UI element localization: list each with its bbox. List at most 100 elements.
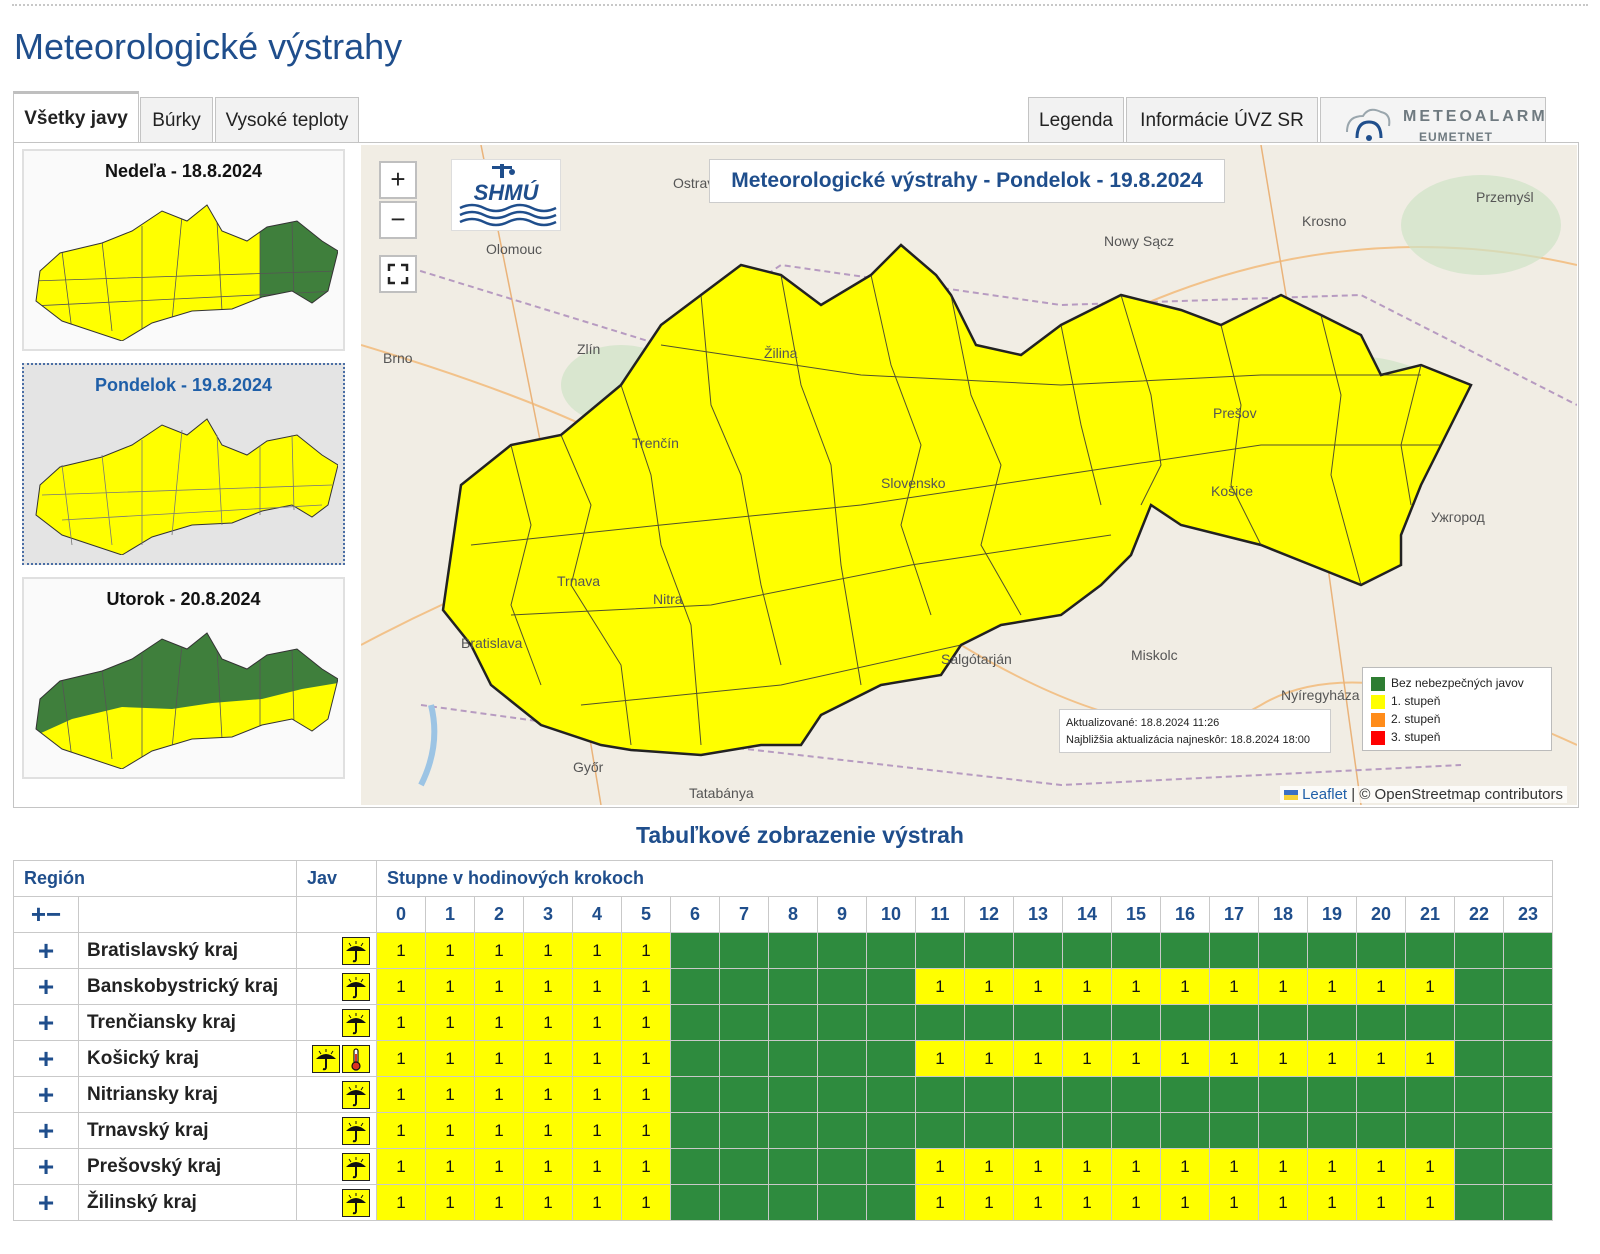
region-name: Bratislavský kraj <box>78 932 297 969</box>
hour-cell <box>1013 932 1063 969</box>
hour-cell <box>768 1004 818 1041</box>
umbrella-icon <box>342 936 370 965</box>
expand-row-button[interactable]: + <box>13 1076 79 1113</box>
hour-cell: 1 <box>376 1112 426 1149</box>
leaflet-link[interactable]: Leaflet <box>1302 786 1347 803</box>
hour-cell <box>1405 932 1455 969</box>
hours-header-row: +− 0 1 2 3 4 5 6 7 8 9 10 11 12 13 14 15 16 17 18 19 20 21 22 2… <box>13 896 1553 933</box>
phenomenon-icons <box>296 1184 377 1221</box>
day-map-thumbnail <box>35 418 338 555</box>
hour-cell: 1 <box>915 1184 965 1221</box>
day-card-tuesday[interactable]: Utorok - 20.8.2024 <box>22 577 345 779</box>
hour-cell: 1 <box>474 1148 524 1185</box>
hour-cell: 1 <box>1405 1184 1455 1221</box>
hour-cell <box>1503 1040 1553 1077</box>
hour-cell <box>1111 1112 1161 1149</box>
city-label: Olomouc <box>486 241 543 257</box>
top-divider <box>12 4 1588 6</box>
city-label: Tatabánya <box>689 785 754 801</box>
hour-cell: 1 <box>1111 968 1161 1005</box>
hour-cell <box>719 1076 769 1113</box>
expand-collapse-all[interactable]: +− <box>13 896 79 933</box>
tab-all-phenomena[interactable]: Všetky javy <box>13 91 139 143</box>
hour-cell: 1 <box>572 1076 622 1113</box>
expand-row-button[interactable]: + <box>13 1004 79 1041</box>
hour-label: 21 <box>1405 896 1455 933</box>
hour-label: 15 <box>1111 896 1161 933</box>
expand-row-button[interactable]: + <box>13 1112 79 1149</box>
hour-cell <box>817 1184 867 1221</box>
col-phenomenon: Jav <box>296 860 377 897</box>
expand-all-button[interactable]: + <box>31 899 46 929</box>
table-row: + Banskobystrický kraj 1 1 1 1 1 1 1 1 1 1 1 1 1 1 1 1 1 <box>13 968 1553 1005</box>
region-name: Banskobystrický kraj <box>78 968 297 1005</box>
hour-cell <box>1405 1004 1455 1041</box>
hour-cell <box>866 1004 916 1041</box>
day-card-monday[interactable]: Pondelok - 19.8.2024 <box>22 363 345 565</box>
hour-cell: 1 <box>523 968 573 1005</box>
phenomenon-icons <box>296 1112 377 1149</box>
hour-cell: 1 <box>376 1148 426 1185</box>
city-label: Salgótarján <box>941 651 1012 667</box>
hour-cell: 1 <box>523 932 573 969</box>
hour-cell <box>768 932 818 969</box>
warning-map[interactable]: Ostrava Olomouc Brno Zlín Krosno Nowy Są… <box>361 145 1577 805</box>
hour-cell: 1 <box>474 1112 524 1149</box>
expand-row-button[interactable]: + <box>13 968 79 1005</box>
hour-cell <box>817 1112 867 1149</box>
tab-legend[interactable]: Legenda <box>1028 97 1124 143</box>
hour-label: 11 <box>915 896 965 933</box>
hour-cell <box>1356 1112 1406 1149</box>
col-region: Región <box>13 860 297 897</box>
collapse-all-button[interactable]: − <box>46 899 61 929</box>
shmu-logo-icon: SHMÚ <box>459 164 557 227</box>
hour-cell <box>1454 1112 1504 1149</box>
day-map-thumbnail <box>35 204 338 341</box>
day-card-sunday[interactable]: Nedeľa - 18.8.2024 <box>22 149 345 351</box>
hour-cell <box>1160 1112 1210 1149</box>
umbrella-icon <box>342 1008 370 1037</box>
meteoalarm-logo-icon <box>1346 108 1391 141</box>
fullscreen-icon <box>387 263 409 285</box>
city-label: Trnava <box>557 573 601 589</box>
expand-row-button[interactable]: + <box>13 1040 79 1077</box>
meteoalarm-link[interactable]: METEOALARM EUMETNET <box>1320 97 1546 144</box>
warnings-panel: Nedeľa - 18.8.2024 Pondelok - 19.8.2024 … <box>13 142 1579 808</box>
expand-row-button[interactable]: + <box>13 932 79 969</box>
hour-cell <box>670 1004 720 1041</box>
hour-cell: 1 <box>523 1040 573 1077</box>
tab-high-temperatures[interactable]: Vysoké teploty <box>215 97 359 143</box>
hour-cell <box>1454 1004 1504 1041</box>
region-name: Nitriansky kraj <box>78 1076 297 1113</box>
tab-uvz-info[interactable]: Informácie ÚVZ SR <box>1126 97 1318 143</box>
hour-cell <box>768 1184 818 1221</box>
tab-storms[interactable]: Búrky <box>140 97 213 143</box>
hour-cell: 1 <box>572 1184 622 1221</box>
hour-cell: 1 <box>915 1040 965 1077</box>
hour-cell <box>817 1076 867 1113</box>
hour-cell <box>817 1040 867 1077</box>
hour-cell: 1 <box>915 1148 965 1185</box>
hour-cell: 1 <box>425 968 475 1005</box>
zoom-in-button[interactable]: + <box>379 161 417 199</box>
hour-cell: 1 <box>572 1148 622 1185</box>
expand-row-button[interactable]: + <box>13 1148 79 1185</box>
day-map-thumbnail <box>35 632 338 769</box>
zoom-out-button[interactable]: − <box>379 201 417 239</box>
fullscreen-button[interactable] <box>379 255 417 293</box>
hour-cell <box>964 1076 1014 1113</box>
hour-cell: 1 <box>376 1184 426 1221</box>
hour-cell <box>670 1148 720 1185</box>
hour-cell <box>1062 1112 1112 1149</box>
hour-cell: 1 <box>523 1004 573 1041</box>
hour-cell <box>1209 932 1259 969</box>
hour-cell: 1 <box>572 1112 622 1149</box>
hour-cell <box>866 1184 916 1221</box>
hour-cell <box>1111 1076 1161 1113</box>
hour-cell <box>1454 932 1504 969</box>
expand-row-button[interactable]: + <box>13 1184 79 1221</box>
umbrella-icon <box>312 1044 340 1073</box>
phenomenon-icons <box>296 1040 377 1077</box>
day-card-title: Pondelok - 19.8.2024 <box>94 375 273 395</box>
hour-label: 13 <box>1013 896 1063 933</box>
